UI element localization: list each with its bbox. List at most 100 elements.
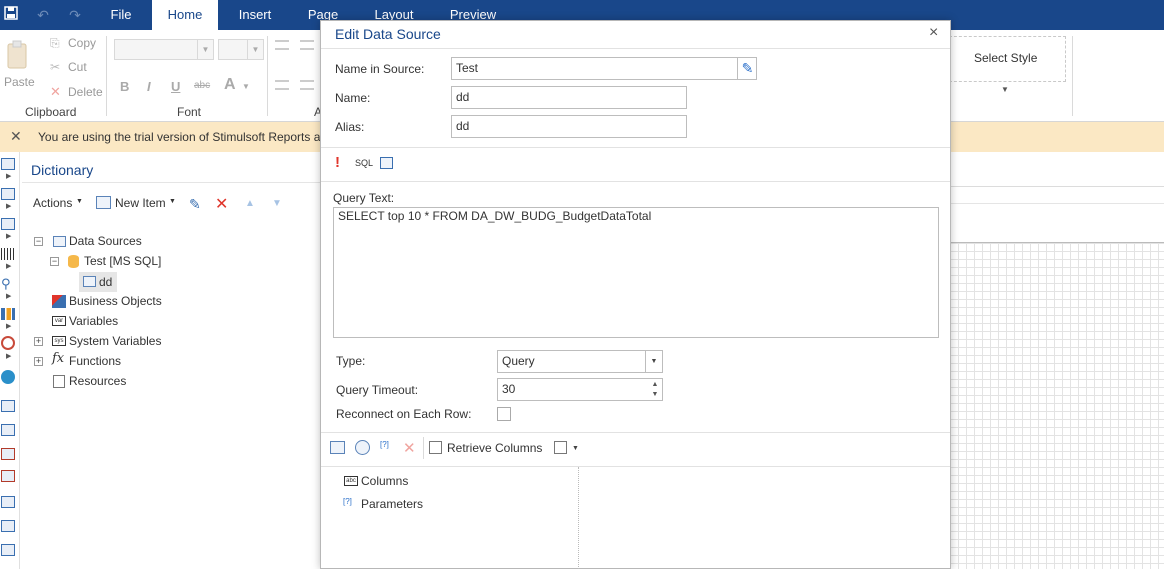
new-item-button[interactable]: New Item (115, 196, 166, 210)
new-calculated-column-icon[interactable] (355, 440, 370, 455)
move-down-icon[interactable]: ▼ (272, 198, 282, 209)
ribbon-separator (267, 36, 268, 116)
tree-business-objects[interactable]: Business Objects (69, 291, 162, 311)
shapes-icon[interactable]: ⚲ (1, 276, 11, 292)
columns-menu-icon[interactable] (554, 441, 567, 454)
name-in-source-input[interactable]: Test (451, 57, 757, 80)
collapse-icon[interactable]: − (50, 257, 59, 266)
gauge-icon[interactable] (1, 336, 15, 350)
query-timeout-stepper[interactable]: 30 ▲ ▼ (497, 378, 663, 401)
chevron-right-icon: ▶ (6, 263, 12, 270)
strikethrough-button[interactable]: abc (194, 80, 210, 91)
tree-datasource-dd[interactable]: dd (99, 272, 112, 292)
expand-icon[interactable]: + (34, 337, 43, 346)
tab-insert[interactable]: Insert (226, 0, 284, 30)
cut-button[interactable]: Cut (68, 60, 87, 74)
database-icon (68, 255, 79, 268)
error-icon[interactable]: ! (335, 154, 340, 171)
delete-icon[interactable]: ✕ (215, 194, 228, 214)
new-column-icon[interactable] (330, 441, 345, 454)
align-center-icon[interactable] (300, 80, 314, 90)
alias-input[interactable]: dd (451, 115, 687, 138)
new-parameter-icon[interactable]: [?] (380, 440, 395, 455)
chart-icon[interactable] (1, 308, 15, 320)
chevron-right-icon: ▶ (6, 233, 12, 240)
tree-parameters[interactable]: Parameters (361, 494, 423, 514)
query-text-label: Query Text: (333, 191, 395, 205)
align-top-icon[interactable] (275, 40, 289, 50)
tab-file[interactable]: File (96, 0, 146, 30)
divider (321, 466, 950, 467)
type-select-value: Query (502, 354, 535, 368)
divider (321, 147, 950, 148)
text-icon[interactable] (1, 400, 15, 412)
move-up-icon[interactable]: ▲ (245, 198, 255, 209)
italic-button[interactable]: I (147, 79, 151, 94)
chevron-down-icon[interactable]: ▼ (572, 445, 579, 452)
font-name-select[interactable]: ▼ (114, 39, 214, 60)
type-select[interactable]: Query ▼ (497, 350, 663, 373)
edit-icon[interactable]: ✎ (189, 196, 201, 213)
datasource-icon (83, 276, 96, 287)
map-icon[interactable] (1, 370, 15, 384)
delete-icon[interactable]: ✕ (403, 439, 416, 457)
delete-button[interactable]: Delete (68, 85, 103, 99)
close-icon[interactable]: × (929, 24, 938, 42)
subreport-icon[interactable] (1, 544, 15, 556)
image-icon[interactable] (1, 448, 15, 460)
actions-button[interactable]: Actions (33, 196, 72, 210)
chevron-down-icon: ▼ (242, 82, 250, 91)
align-middle-icon[interactable] (300, 40, 314, 50)
rich-text-icon[interactable] (1, 424, 15, 436)
chevron-right-icon: ▶ (6, 173, 12, 180)
decrement-icon[interactable]: ▼ (650, 390, 660, 399)
band-icon[interactable] (1, 158, 15, 170)
barcode-icon[interactable] (1, 248, 15, 260)
reconnect-checkbox[interactable] (497, 407, 511, 421)
align-left-icon[interactable] (275, 80, 289, 90)
save-icon[interactable] (2, 6, 20, 24)
ribbon-separator (106, 36, 107, 116)
tree-system-variables[interactable]: System Variables (69, 331, 161, 351)
edit-icon[interactable]: ✎ (737, 58, 757, 79)
chevron-down-icon: ▼ (247, 40, 263, 59)
text-in-cells-icon[interactable] (1, 470, 15, 482)
report-page-grid[interactable] (950, 243, 1164, 569)
undo-icon[interactable]: ↶ (34, 6, 52, 24)
font-color-button[interactable]: A (224, 76, 236, 94)
underline-button[interactable]: U (171, 79, 180, 94)
panel-icon[interactable] (1, 496, 15, 508)
sql-button[interactable]: SQL (355, 158, 373, 168)
close-icon[interactable]: ✕ (10, 128, 22, 145)
retrieve-columns-button[interactable]: Retrieve Columns (447, 441, 542, 455)
tree-functions[interactable]: Functions (69, 351, 121, 371)
tree-variables[interactable]: Variables (69, 311, 118, 331)
query-text-area[interactable]: SELECT top 10 * FROM DA_DW_BUDG_BudgetDa… (333, 207, 939, 338)
query-builder-icon[interactable] (380, 157, 393, 169)
chevron-down-icon[interactable]: ▼ (1001, 85, 1009, 94)
chevron-down-icon: ▼ (197, 40, 213, 59)
tree-data-sources[interactable]: Data Sources (69, 231, 142, 251)
tree-connection[interactable]: Test [MS SQL] (84, 251, 161, 271)
name-input[interactable]: dd (451, 86, 687, 109)
select-style-box[interactable]: Select Style (944, 36, 1066, 82)
font-size-select[interactable]: ▼ (218, 39, 264, 60)
tree-resources[interactable]: Resources (69, 371, 126, 391)
clone-icon[interactable] (1, 520, 15, 532)
increment-icon[interactable]: ▲ (650, 380, 660, 389)
paste-button[interactable]: Paste (4, 75, 35, 89)
paste-icon[interactable] (5, 40, 31, 72)
toolbar-separator (423, 437, 424, 459)
cross-band-icon[interactable] (1, 188, 15, 200)
resources-icon (53, 375, 65, 388)
component-icon[interactable] (1, 218, 15, 230)
redo-icon[interactable]: ↷ (66, 6, 84, 24)
split-divider[interactable] (578, 467, 579, 569)
bold-button[interactable]: B (120, 79, 129, 94)
collapse-icon[interactable]: − (34, 237, 43, 246)
tab-home[interactable]: Home (152, 0, 218, 30)
tree-columns[interactable]: Columns (361, 471, 408, 491)
chevron-down-icon: ▼ (76, 198, 83, 205)
copy-button[interactable]: Copy (68, 36, 96, 50)
expand-icon[interactable]: + (34, 357, 43, 366)
